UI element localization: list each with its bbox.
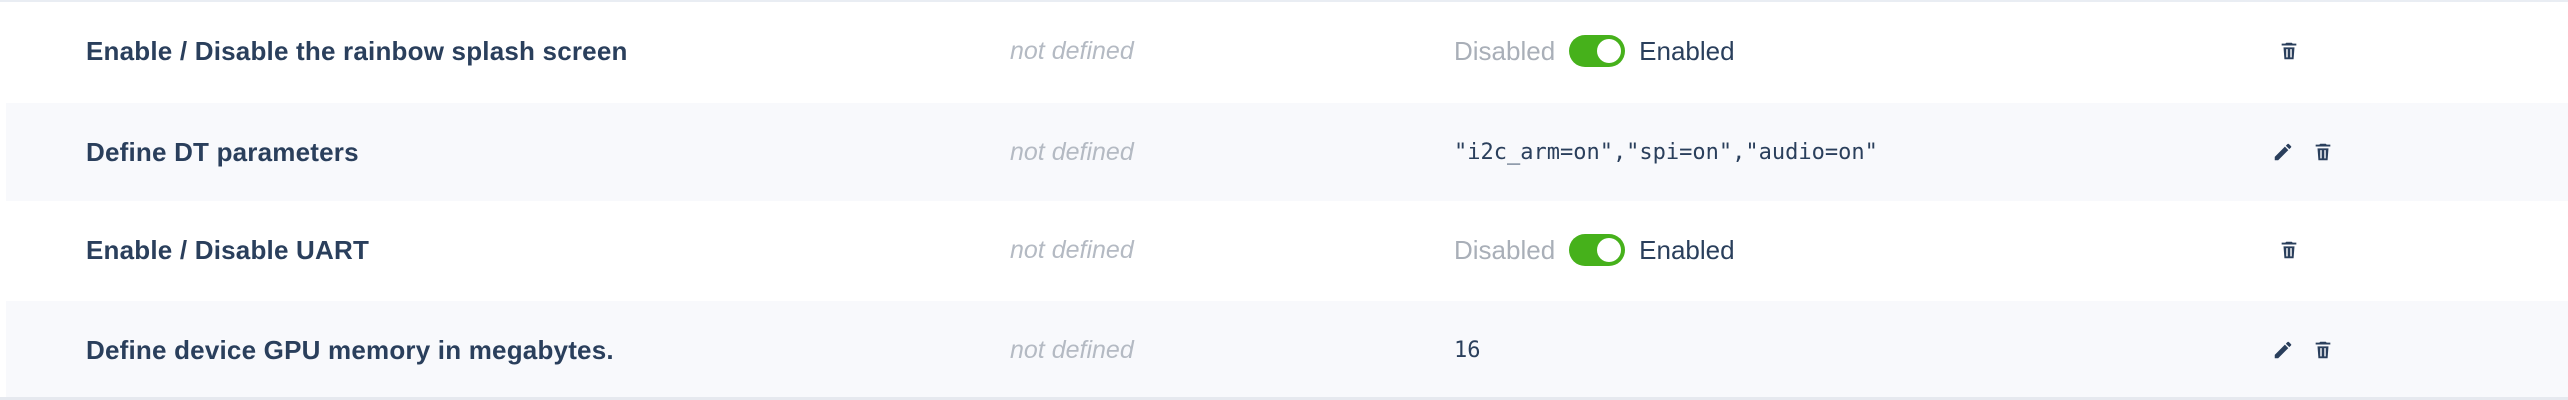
- trash-icon[interactable]: [2312, 339, 2334, 361]
- toggle-knob: [1597, 238, 1622, 262]
- toggle-switch[interactable]: [1569, 234, 1626, 266]
- default-value: not defined: [1010, 235, 1134, 264]
- toggle-switch[interactable]: [1569, 35, 1626, 67]
- toggle-control[interactable]: Disabled Enabled: [1454, 35, 1735, 67]
- row-actions: [2278, 201, 2300, 299]
- default-value: not defined: [1010, 137, 1134, 166]
- value-cell: Disabled Enabled: [1454, 201, 1735, 299]
- variable-value: "i2c_arm=on","spi=on","audio=on": [1454, 139, 1878, 165]
- variable-value: 16: [1454, 337, 1481, 363]
- trash-icon[interactable]: [2278, 40, 2300, 62]
- value-cell: Disabled Enabled: [1454, 2, 1735, 100]
- table-row: Define device GPU memory in megabytes. n…: [6, 301, 2568, 399]
- table-row: Define DT parameters not defined "i2c_ar…: [6, 103, 2568, 201]
- row-actions: [2272, 103, 2334, 201]
- variable-name: Define DT parameters: [86, 136, 359, 167]
- default-value: not defined: [1010, 36, 1134, 65]
- row-actions: [2272, 301, 2334, 399]
- toggle-knob: [1597, 39, 1622, 63]
- default-value: not defined: [1010, 335, 1134, 364]
- toggle-control[interactable]: Disabled Enabled: [1454, 234, 1735, 266]
- trash-icon[interactable]: [2312, 141, 2334, 163]
- table-row: Enable / Disable the rainbow splash scre…: [6, 2, 2568, 100]
- variable-name: Define device GPU memory in megabytes.: [86, 334, 614, 365]
- value-cell: "i2c_arm=on","spi=on","audio=on": [1454, 103, 1878, 201]
- toggle-on-label: Enabled: [1639, 35, 1735, 66]
- pencil-icon[interactable]: [2272, 141, 2294, 163]
- trash-icon[interactable]: [2278, 239, 2300, 261]
- pencil-icon[interactable]: [2272, 339, 2294, 361]
- config-variables-table: Enable / Disable the rainbow splash scre…: [0, 0, 2568, 400]
- toggle-on-label: Enabled: [1639, 234, 1735, 265]
- toggle-off-label: Disabled: [1454, 35, 1556, 66]
- variable-name: Enable / Disable UART: [86, 234, 370, 265]
- variable-name: Enable / Disable the rainbow splash scre…: [86, 35, 628, 66]
- toggle-off-label: Disabled: [1454, 234, 1556, 265]
- table-row: Enable / Disable UART not defined Disabl…: [6, 201, 2568, 299]
- value-cell: 16: [1454, 301, 1481, 399]
- row-actions: [2278, 2, 2300, 100]
